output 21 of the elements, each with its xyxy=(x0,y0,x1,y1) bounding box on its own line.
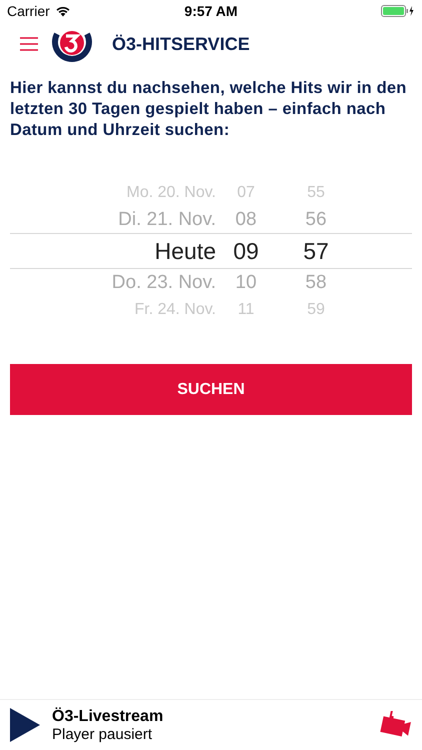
clock-time: 9:57 AM xyxy=(184,3,238,19)
wifi-icon xyxy=(54,5,71,17)
search-button[interactable]: SUCHEN xyxy=(10,364,412,415)
date-option[interactable]: Do. 23. Nov. xyxy=(10,272,216,294)
carrier-label: Carrier xyxy=(7,3,50,19)
date-option[interactable]: Heute xyxy=(10,238,216,264)
hour-option[interactable]: 09 xyxy=(216,238,276,264)
date-option[interactable]: Di. 21. Nov. xyxy=(10,208,216,230)
battery-icon xyxy=(381,5,415,17)
camera-icon[interactable] xyxy=(380,711,412,739)
hour-option[interactable]: 08 xyxy=(216,208,276,230)
hour-option[interactable]: 10 xyxy=(216,272,276,294)
play-icon[interactable] xyxy=(10,708,40,742)
stream-title: Ö3-Livestream xyxy=(52,708,164,726)
menu-button[interactable] xyxy=(20,37,38,51)
player-status: Player pausiert xyxy=(52,726,154,742)
minute-option[interactable]: 57 xyxy=(276,238,356,264)
intro-text: Hier kannst du nachsehen, welche Hits wir in den letzten 30 Tagen gespielt haben – einfach nach Datum und Uhrzeit suchen: xyxy=(10,78,408,141)
app-title: Ö3-HITSERVICE xyxy=(112,34,250,54)
minute-option[interactable]: 56 xyxy=(276,208,356,230)
minute-option[interactable]: 58 xyxy=(276,272,356,294)
